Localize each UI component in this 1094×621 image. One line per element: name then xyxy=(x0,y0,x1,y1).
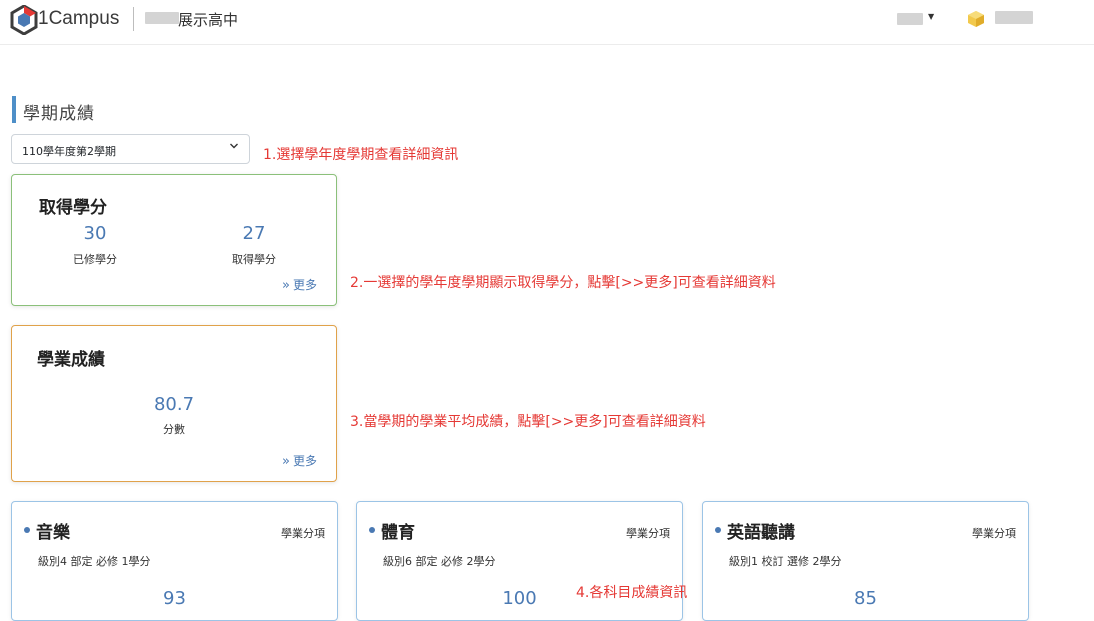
grade-more-label: 更多 xyxy=(292,454,317,468)
subject-card[interactable]: 體育 學業分項 級別6 部定 必修 2學分 100 xyxy=(356,501,683,621)
credit-card-title: 取得學分 xyxy=(39,198,107,218)
double-chevron-right-icon: » xyxy=(282,278,290,293)
subject-category: 學業分項 xyxy=(281,527,325,540)
user-menu-caret-icon[interactable]: ▼ xyxy=(928,12,934,21)
subject-score: 85 xyxy=(854,588,877,609)
credits-taken-value: 30 xyxy=(83,223,107,244)
grade-card: 學業成績 80.7 分數 » 更多 xyxy=(11,325,337,482)
subject-category: 學業分項 xyxy=(626,527,670,540)
subject-card[interactable]: 英語聽講 學業分項 級別1 校訂 選修 2學分 85 xyxy=(702,501,1029,621)
grade-card-title: 學業成績 xyxy=(37,350,105,370)
chevron-down-icon xyxy=(230,143,238,149)
blurred-user-name[interactable] xyxy=(995,11,1033,24)
subject-score: 93 xyxy=(163,588,186,609)
blurred-school-prefix xyxy=(145,12,179,24)
credits-taken-label: 已修學分 xyxy=(73,253,117,266)
semester-select-value: 110學年度第2學期 xyxy=(22,145,116,158)
bullet-dot-icon xyxy=(24,527,30,533)
brand-name[interactable]: 1Campus xyxy=(38,8,119,30)
top-bar: 1Campus 展示高中 ▼ xyxy=(0,0,1094,45)
note-4: 4.各科目成績資訊 xyxy=(576,585,688,601)
subject-name: 英語聽講 xyxy=(727,523,795,543)
1campus-logo-icon[interactable] xyxy=(10,5,38,35)
blurred-role-label[interactable] xyxy=(897,13,923,25)
bullet-dot-icon xyxy=(369,527,375,533)
subject-info: 級別4 部定 必修 1學分 xyxy=(38,555,151,568)
subject-info: 級別6 部定 必修 2學分 xyxy=(383,555,496,568)
double-chevron-right-icon: » xyxy=(282,454,290,469)
bullet-dot-icon xyxy=(715,527,721,533)
subject-info: 級別1 校訂 選修 2學分 xyxy=(729,555,842,568)
grade-more-link[interactable]: » 更多 xyxy=(282,452,317,469)
note-3: 3.當學期的學業平均成績，點擊[>>更多]可查看詳細資料 xyxy=(350,414,706,430)
note-1: 1.選擇學年度學期查看詳細資訊 xyxy=(263,147,459,163)
grade-score-label: 分數 xyxy=(163,423,185,436)
subject-name: 音樂 xyxy=(36,523,70,543)
credit-more-label: 更多 xyxy=(292,278,317,292)
semester-select[interactable]: 110學年度第2學期 xyxy=(11,134,250,164)
credit-more-link[interactable]: » 更多 xyxy=(282,276,317,293)
credits-earned-label: 取得學分 xyxy=(232,253,276,266)
avatar-cube-icon[interactable] xyxy=(967,10,985,28)
subject-card[interactable]: 音樂 學業分項 級別4 部定 必修 1學分 93 xyxy=(11,501,338,621)
grade-score-value: 80.7 xyxy=(153,394,195,415)
page-title: 學期成績 xyxy=(23,104,95,124)
credits-earned-value: 27 xyxy=(242,223,266,244)
note-2: 2.一選擇的學年度學期顯示取得學分，點擊[>>更多]可查看詳細資料 xyxy=(350,275,776,291)
school-name: 展示高中 xyxy=(178,11,239,29)
subject-name: 體育 xyxy=(381,523,415,543)
credit-card: 取得學分 30 已修學分 27 取得學分 » 更多 xyxy=(11,174,337,306)
section-accent-bar xyxy=(12,96,16,123)
subject-category: 學業分項 xyxy=(972,527,1016,540)
header-divider xyxy=(133,7,134,31)
